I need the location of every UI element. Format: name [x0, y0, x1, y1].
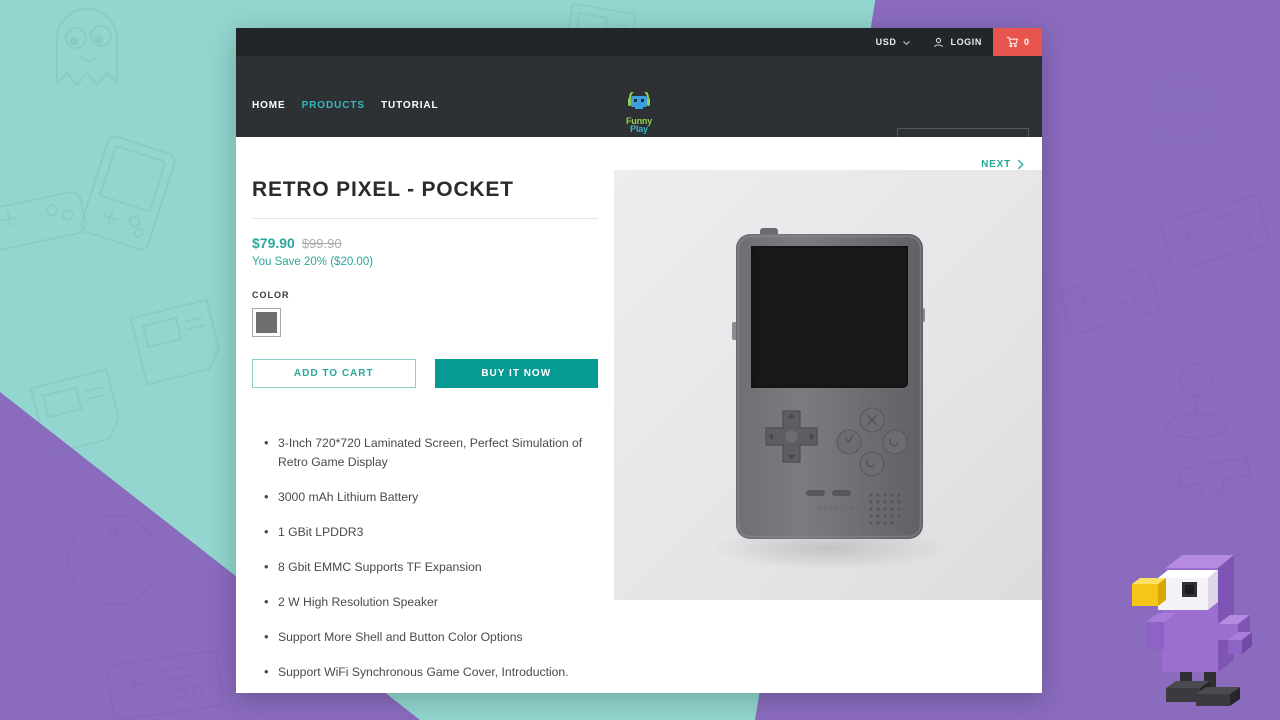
site-logo[interactable]: Funny Play	[617, 88, 661, 134]
logo-text-play: Play	[630, 124, 648, 134]
pagination-row: NEXT	[236, 137, 1042, 170]
list-item: Support More Shell and Button Color Opti…	[252, 627, 598, 647]
next-label: NEXT	[981, 159, 1011, 170]
product-info-column: RETRO PIXEL - POCKET $79.90 $99.90 You S…	[252, 170, 598, 693]
nav-item-products[interactable]: PRODUCTS	[302, 100, 365, 111]
cart-count: 0	[1023, 37, 1029, 47]
color-label: COLOR	[252, 290, 290, 300]
purchase-buttons: ADD TO CART BUY IT NOW	[252, 359, 598, 388]
feature-list: 3-Inch 720*720 Laminated Screen, Perfect…	[252, 433, 598, 682]
login-button[interactable]: LOGIN	[922, 28, 993, 56]
list-item: 8 Gbit EMMC Supports TF Expansion	[252, 557, 598, 577]
list-item: 1 GBit LPDDR3	[252, 522, 598, 542]
retro-handheld-console-illustration: RETRO PIXEL	[614, 170, 1042, 600]
list-item: Support WiFi Synchronous Game Cover, Int…	[252, 662, 598, 682]
savings-text: You Save 20% ($20.00)	[252, 256, 374, 268]
nav-item-tutorial[interactable]: TUTORIAL	[381, 100, 439, 111]
list-item: 3-Inch 720*720 Laminated Screen, Perfect…	[252, 433, 598, 472]
buy-it-now-button[interactable]: BUY IT NOW	[434, 359, 598, 388]
color-swatch-fill	[256, 312, 277, 333]
product-image-column: RETRO PIXEL	[614, 170, 1042, 693]
chevron-right-icon	[1017, 159, 1024, 170]
cart-button[interactable]: 0	[992, 28, 1042, 56]
next-product-link[interactable]: NEXT	[981, 159, 1024, 170]
user-icon	[934, 37, 944, 47]
currency-label: USD	[875, 37, 897, 47]
current-price: $79.90	[252, 235, 295, 251]
cart-icon	[1006, 36, 1019, 48]
product-image[interactable]: RETRO PIXEL	[614, 170, 1042, 600]
list-item: 3000 mAh Lithium Battery	[252, 487, 598, 507]
nav-item-home[interactable]: HOME	[252, 100, 286, 111]
price-row: $79.90 $99.90	[252, 235, 598, 251]
page-content: NEXT RETRO PIXEL - POCKET $79.90 $99.90 …	[236, 137, 1042, 693]
login-label: LOGIN	[950, 37, 982, 47]
chevron-down-icon	[903, 40, 911, 45]
product-section: RETRO PIXEL - POCKET $79.90 $99.90 You S…	[236, 170, 1042, 693]
list-item: 2 W High Resolution Speaker	[252, 592, 598, 612]
color-swatch-gray[interactable]	[252, 308, 281, 337]
currency-selector[interactable]: USD	[865, 28, 923, 56]
voxel-purple-bird-mascot	[1132, 555, 1252, 706]
pixel-gamer-headphones-icon	[628, 88, 650, 109]
page-title: RETRO PIXEL - POCKET	[252, 178, 598, 219]
nav-links: HOME PRODUCTS TUTORIAL	[236, 56, 439, 111]
main-nav: HOME PRODUCTS TUTORIAL Funny Play	[236, 56, 1042, 157]
original-price: $99.90	[301, 236, 342, 251]
utility-bar: USD LOGIN 0	[236, 28, 1042, 56]
svg-text:RETRO PIXEL: RETRO PIXEL	[817, 506, 874, 513]
site-window: USD LOGIN 0 HOME PRODUCTS TUTORIAL Funny…	[236, 28, 1042, 693]
add-to-cart-button[interactable]: ADD TO CART	[252, 359, 416, 388]
